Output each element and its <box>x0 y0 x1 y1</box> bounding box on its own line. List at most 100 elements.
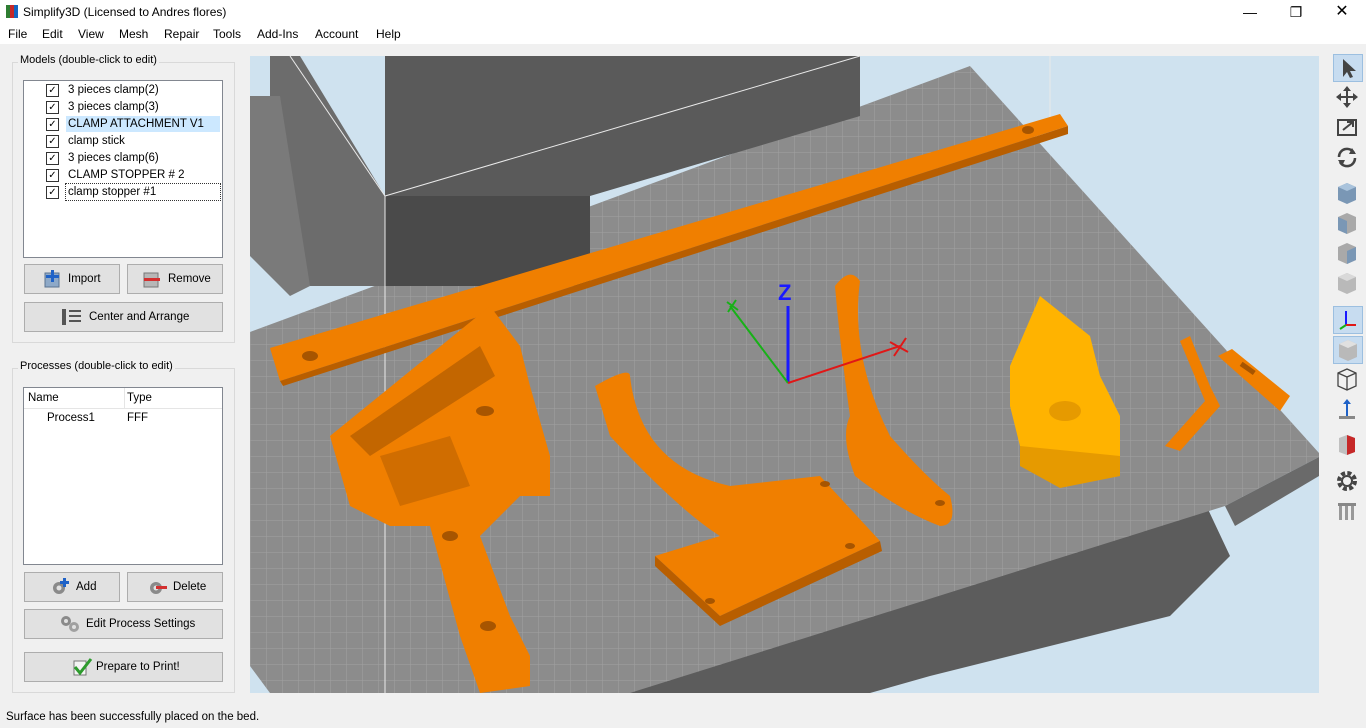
model-label: clamp stick <box>68 135 125 147</box>
build-scene: Z <box>250 56 1319 693</box>
model-item[interactable]: ✓ clamp stick <box>46 133 242 149</box>
model-label: 3 pieces clamp(3) <box>68 101 159 113</box>
solid-view-icon <box>1339 340 1357 361</box>
processes-group-title: Processes (double-click to edit) <box>18 360 175 372</box>
edit-process-settings-button[interactable]: Edit Process Settings <box>24 609 223 639</box>
prepare-to-print-button[interactable]: Prepare to Print! <box>24 652 223 682</box>
view-side-button[interactable] <box>1333 240 1363 268</box>
scale-icon <box>1337 119 1357 136</box>
process-type: FFF <box>127 412 149 424</box>
status-message: Surface has been successfully placed on … <box>6 711 260 723</box>
view-side-icon <box>1338 243 1356 264</box>
model-item[interactable]: ✓ 3 pieces clamp(2) <box>46 82 242 98</box>
move-tool-button[interactable] <box>1333 84 1363 112</box>
table-header: Name Type <box>24 388 222 409</box>
normals-icon <box>1339 399 1355 419</box>
model-item[interactable]: ✓ clamp stopper #1 <box>46 183 242 201</box>
select-tool-button[interactable] <box>1333 54 1363 82</box>
settings-button[interactable] <box>1333 468 1363 496</box>
wireframe-view-icon <box>1337 368 1357 391</box>
model-item[interactable]: ✓ 3 pieces clamp(6) <box>46 150 242 166</box>
menu-repair[interactable]: Repair <box>164 27 199 41</box>
axes-icon <box>1339 311 1356 330</box>
menu-help[interactable]: Help <box>376 27 401 41</box>
menu-add-ins[interactable]: Add-Ins <box>257 27 298 41</box>
menu-account[interactable]: Account <box>315 27 358 41</box>
view-front-button[interactable] <box>1333 210 1363 238</box>
z-axis-label: Z <box>778 280 791 305</box>
menu-tools[interactable]: Tools <box>213 27 241 41</box>
delete-process-button[interactable]: Delete <box>127 572 223 602</box>
delete-gear-icon <box>150 582 167 594</box>
simplify3d-logo-icon <box>6 5 18 18</box>
model-label: CLAMP ATTACHMENT V1 <box>66 116 220 132</box>
close-button[interactable]: ✕ <box>1319 0 1365 24</box>
column-header-name[interactable]: Name <box>28 392 59 404</box>
section-icon <box>1339 435 1355 455</box>
axes-toggle-button[interactable] <box>1333 306 1363 334</box>
menu-edit[interactable]: Edit <box>42 27 63 41</box>
menu-file[interactable]: File <box>8 27 27 41</box>
model-checkbox[interactable]: ✓ <box>46 118 59 131</box>
3d-viewport[interactable]: Z <box>250 56 1319 693</box>
process-name: Process1 <box>47 412 95 424</box>
import-button[interactable]: Import <box>24 264 120 294</box>
select-icon <box>1343 59 1356 78</box>
solid-view-button[interactable] <box>1333 336 1363 364</box>
minimize-button[interactable]: — <box>1227 0 1273 24</box>
view-iso-button[interactable] <box>1333 270 1363 298</box>
remove-label: Remove <box>168 273 211 285</box>
prepare-to-print-label: Prepare to Print! <box>96 661 180 673</box>
center-and-arrange-button[interactable]: Center and Arrange <box>24 302 223 332</box>
arrange-icon <box>62 309 81 325</box>
normals-button[interactable] <box>1333 396 1363 424</box>
menu-mesh[interactable]: Mesh <box>119 27 148 41</box>
view-toolbar <box>1330 46 1366 526</box>
view-top-button[interactable] <box>1333 180 1363 208</box>
cross-section-button[interactable] <box>1333 432 1363 460</box>
model-item[interactable]: ✓ 3 pieces clamp(3) <box>46 99 242 115</box>
model-item[interactable]: ✓ CLAMP ATTACHMENT V1 <box>46 116 242 132</box>
maximize-button[interactable]: ❐ <box>1273 0 1319 24</box>
edit-process-settings-label: Edit Process Settings <box>86 618 196 630</box>
center-and-arrange-label: Center and Arrange <box>89 311 190 323</box>
add-process-button[interactable]: Add <box>24 572 120 602</box>
view-top-icon <box>1338 183 1356 204</box>
remove-icon <box>143 272 160 288</box>
import-label: Import <box>68 273 101 285</box>
add-gear-icon <box>53 578 69 594</box>
model-label: 3 pieces clamp(2) <box>68 84 159 96</box>
title-bar: Simplify3D (Licensed to Andres flores) —… <box>0 0 1366 24</box>
processes-table[interactable]: Name Type Process1 FFF <box>23 387 223 565</box>
rotate-icon <box>1337 147 1357 168</box>
model-checkbox[interactable]: ✓ <box>46 84 59 97</box>
column-divider <box>124 388 125 408</box>
model-checkbox[interactable]: ✓ <box>46 152 59 165</box>
settings-gear-icon <box>1337 471 1357 491</box>
model-checkbox[interactable]: ✓ <box>46 169 59 182</box>
supports-button[interactable] <box>1333 498 1363 526</box>
model-label: clamp stopper #1 <box>65 183 221 201</box>
menu-bar: File Edit View Mesh Repair Tools Add-Ins… <box>0 24 1366 44</box>
window-title: Simplify3D (Licensed to Andres flores) <box>23 5 227 19</box>
remove-button[interactable]: Remove <box>127 264 223 294</box>
models-list[interactable]: ✓ 3 pieces clamp(2) ✓ 3 pieces clamp(3) … <box>23 80 223 258</box>
column-header-type[interactable]: Type <box>127 392 152 404</box>
wireframe-view-button[interactable] <box>1333 366 1363 394</box>
models-group-title: Models (double-click to edit) <box>18 54 159 66</box>
menu-view[interactable]: View <box>78 27 104 41</box>
rotate-tool-button[interactable] <box>1333 144 1363 172</box>
model-label: CLAMP STOPPER # 2 <box>68 169 185 181</box>
settings-gears-icon <box>61 616 79 632</box>
import-icon <box>44 270 60 288</box>
view-front-icon <box>1338 213 1356 234</box>
model-checkbox[interactable]: ✓ <box>46 186 59 199</box>
view-iso-icon <box>1338 273 1356 294</box>
status-bar: Surface has been successfully placed on … <box>0 708 1366 728</box>
model-item[interactable]: ✓ CLAMP STOPPER # 2 <box>46 167 242 183</box>
model-checkbox[interactable]: ✓ <box>46 101 59 114</box>
table-row[interactable]: Process1 FFF <box>24 410 222 428</box>
scale-tool-button[interactable] <box>1333 114 1363 142</box>
model-checkbox[interactable]: ✓ <box>46 135 59 148</box>
print-check-icon <box>73 658 93 676</box>
